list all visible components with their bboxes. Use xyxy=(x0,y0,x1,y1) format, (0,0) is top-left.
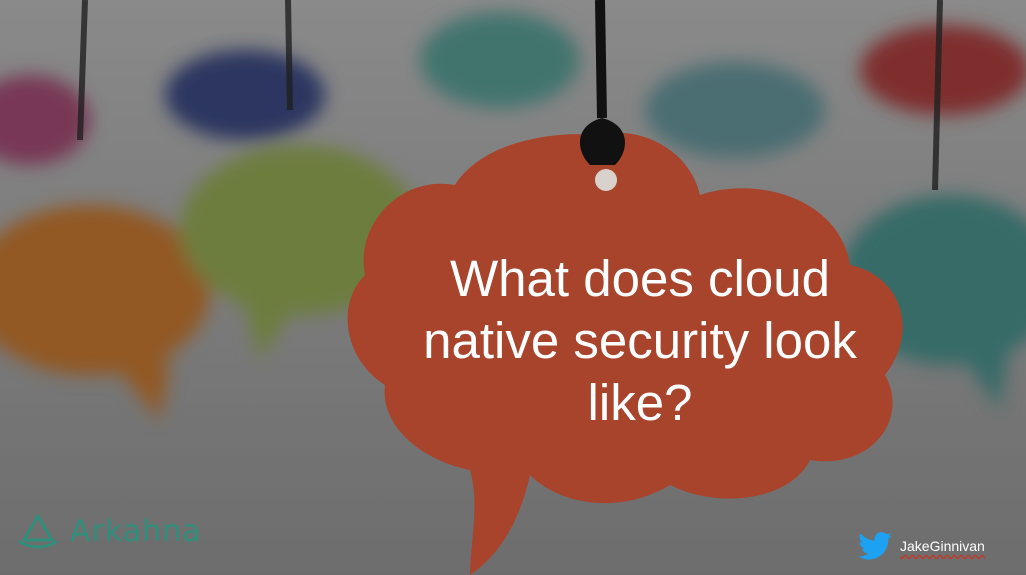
slide-title: What does cloud native security look lik… xyxy=(380,248,900,434)
arkahna-logo: Arkahna xyxy=(16,514,202,550)
slide: What does cloud native security look lik… xyxy=(0,0,1026,575)
title-line-1: What does cloud xyxy=(450,250,830,307)
arkahna-logo-icon xyxy=(18,514,58,549)
title-line-2: native security look xyxy=(423,312,857,369)
twitter-bird-icon xyxy=(858,532,892,560)
twitter-handle-text: JakeGinnivan xyxy=(900,538,985,554)
logo-text: Arkahna xyxy=(70,514,202,549)
twitter-handle-block: JakeGinnivan xyxy=(858,532,985,560)
title-line-3: like? xyxy=(587,374,693,431)
